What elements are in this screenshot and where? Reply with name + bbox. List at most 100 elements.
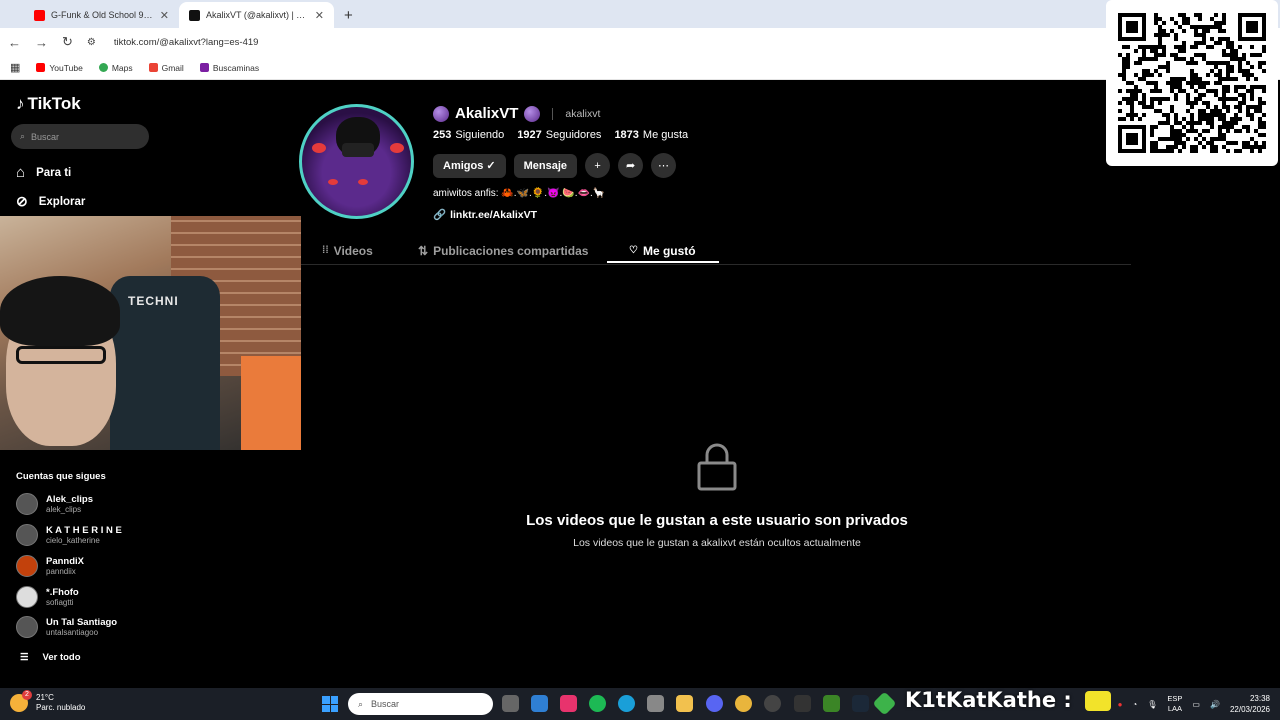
gmail-icon	[148, 63, 158, 72]
display-icon[interactable]: ▭	[1192, 700, 1200, 709]
glasses	[16, 346, 106, 364]
home-icon: ⌂	[16, 164, 26, 181]
search-input[interactable]: ⌕ Buscar	[11, 124, 149, 149]
stream-overlay-name: K1tKatKathe :	[905, 688, 1112, 712]
network-icon[interactable]: ◔	[1132, 700, 1137, 709]
avatar	[16, 616, 38, 638]
obs-icon[interactable]	[764, 695, 781, 712]
stat-followers[interactable]: 1927 Seguidores	[517, 129, 601, 141]
bookmark-gmail[interactable]: Gmail	[148, 63, 184, 73]
profile-stats: 253 Siguiendo 1927 Seguidores 1873 Me gusta	[433, 129, 688, 141]
tiktok-logo[interactable]: ♪ TikTok	[16, 94, 81, 114]
share-icon[interactable]: ➦	[618, 153, 644, 178]
avatar	[16, 555, 38, 577]
notification-badge: 2	[22, 690, 32, 700]
mic-icon[interactable]: 🎙	[1147, 700, 1157, 709]
steam-icon[interactable]	[852, 695, 869, 712]
orange-cushion	[241, 356, 301, 450]
chrome-icon[interactable]	[735, 695, 752, 712]
message-button[interactable]: Mensaje	[513, 153, 578, 178]
bookmark-youtube[interactable]: YouTube	[36, 63, 83, 73]
tray-app-icon[interactable]: ●	[1118, 700, 1123, 709]
webcam-overlay: TECHNI	[0, 216, 301, 450]
app-icon[interactable]	[531, 695, 548, 712]
language-indicator[interactable]: ESP LAA	[1167, 694, 1182, 714]
spotify-icon[interactable]	[589, 695, 606, 712]
active-tab-indicator	[607, 261, 719, 263]
avatar-eye	[358, 179, 368, 185]
profile-link[interactable]: 🔗 linktr.ee/AkalixVT	[433, 208, 537, 222]
new-tab-button[interactable]: +	[334, 7, 363, 28]
weather-icon: 2	[10, 690, 32, 712]
folder-icon[interactable]	[676, 695, 693, 712]
profile-actions: Amigos ✓ Mensaje + ➦ ⋯	[433, 153, 677, 178]
friends-button[interactable]: Amigos ✓	[433, 153, 506, 178]
followed-account[interactable]: *.Fhofo sofiagtti	[16, 586, 79, 608]
search-icon: ⌕	[358, 698, 364, 709]
bookmarks-bar: ▦ YouTube Maps Gmail Buscaminas	[0, 56, 1280, 80]
tab-title: AkalixVT (@akalixvt) | TikTok	[206, 10, 309, 20]
avatar-mask	[342, 143, 374, 157]
screen: { "browser": { "tabs": [ {"title": "G-Fu…	[0, 0, 1280, 720]
volume-icon[interactable]: 🔊	[1210, 700, 1220, 709]
followed-account[interactable]: PanndiX panndiix	[16, 555, 84, 577]
followed-account[interactable]: Un Tal Santiago untalsantiagoo	[16, 616, 117, 638]
private-title: Los videos que le gustan a este usuario …	[526, 512, 908, 529]
following-heading: Cuentas que sigues	[16, 471, 106, 482]
minesweeper-icon	[199, 63, 209, 72]
tiktok-app-icon[interactable]	[560, 695, 577, 712]
taskbar-search[interactable]: ⌕ Buscar	[348, 693, 493, 715]
tab-videos[interactable]: ⁞⁞ Videos	[322, 237, 373, 264]
youtube-icon	[34, 9, 45, 21]
minecraft-icon[interactable]	[823, 695, 840, 712]
nav-for-you[interactable]: ⌂ Para ti	[16, 164, 71, 181]
tab-title: G-Funk & Old School 90s 🎧 Sn	[51, 9, 154, 20]
epic-icon[interactable]	[794, 695, 811, 712]
tab-liked[interactable]: ♡ Me gustó	[629, 237, 696, 264]
profile-avatar[interactable]	[299, 104, 414, 219]
avatar-eye	[390, 143, 404, 153]
qr-code-image	[1118, 13, 1266, 153]
address-bar-row: ← → ↻ ⚙ tiktok.com/@akalixvt?lang=es-419	[0, 28, 1280, 56]
nav-explore[interactable]: ⊘ Explorar	[16, 193, 85, 210]
lock-icon	[697, 443, 737, 491]
close-tab-icon[interactable]: ✕	[160, 9, 169, 22]
profile-display-name: AkalixVT	[455, 105, 519, 122]
search-icon: ⌕	[20, 131, 26, 141]
youtube-icon	[36, 63, 46, 72]
site-info-icon[interactable]: ⚙	[87, 37, 96, 48]
reload-icon[interactable]: ↻	[62, 34, 73, 50]
see-all-button[interactable]: ☰ Ver todo	[20, 652, 81, 663]
link-icon: 🔗	[433, 209, 447, 221]
clock[interactable]: 23:38 22/03/2026	[1230, 693, 1270, 715]
bookmark-maps[interactable]: Maps	[98, 63, 133, 73]
discord-icon[interactable]	[706, 695, 723, 712]
profile-name-row: AkalixVT akalixvt	[433, 105, 600, 122]
heart-icon: ♡	[629, 245, 638, 256]
list-icon: ☰	[20, 652, 29, 663]
stat-following[interactable]: 253 Siguiendo	[433, 129, 504, 141]
tiktok-icon	[189, 9, 200, 21]
weather-widget[interactable]: 2 21°C Parc. nublado	[10, 690, 85, 713]
tab-reposts[interactable]: ⇅ Publicaciones compartidas	[418, 237, 588, 264]
grid-icon: ⁞⁞	[322, 245, 329, 256]
browser-tab-bar: G-Funk & Old School 90s 🎧 Sn ✕ AkalixVT …	[0, 0, 1280, 28]
chair-logo: TECHNI	[128, 294, 179, 308]
bookmark-buscaminas[interactable]: Buscaminas	[199, 63, 259, 73]
more-icon[interactable]: ⋯	[651, 153, 677, 178]
browser-tab-tiktok[interactable]: AkalixVT (@akalixvt) | TikTok ✕	[179, 2, 334, 28]
url-field[interactable]: tiktok.com/@akalixvt?lang=es-419	[114, 37, 259, 48]
close-tab-icon[interactable]: ✕	[315, 9, 324, 22]
edge-icon[interactable]	[618, 695, 635, 712]
back-icon[interactable]: ←	[8, 35, 21, 50]
task-view-icon[interactable]	[502, 695, 519, 712]
store-icon[interactable]	[647, 695, 664, 712]
start-icon[interactable]	[322, 696, 338, 712]
add-friend-icon[interactable]: +	[585, 153, 611, 178]
tiktok-note-icon: ♪	[16, 94, 25, 113]
apps-grid-icon[interactable]: ▦	[10, 61, 20, 74]
forward-icon[interactable]: →	[35, 35, 48, 50]
avatar	[16, 586, 38, 608]
repost-icon: ⇅	[418, 243, 429, 258]
browser-tab-youtube[interactable]: G-Funk & Old School 90s 🎧 Sn ✕	[24, 2, 179, 28]
